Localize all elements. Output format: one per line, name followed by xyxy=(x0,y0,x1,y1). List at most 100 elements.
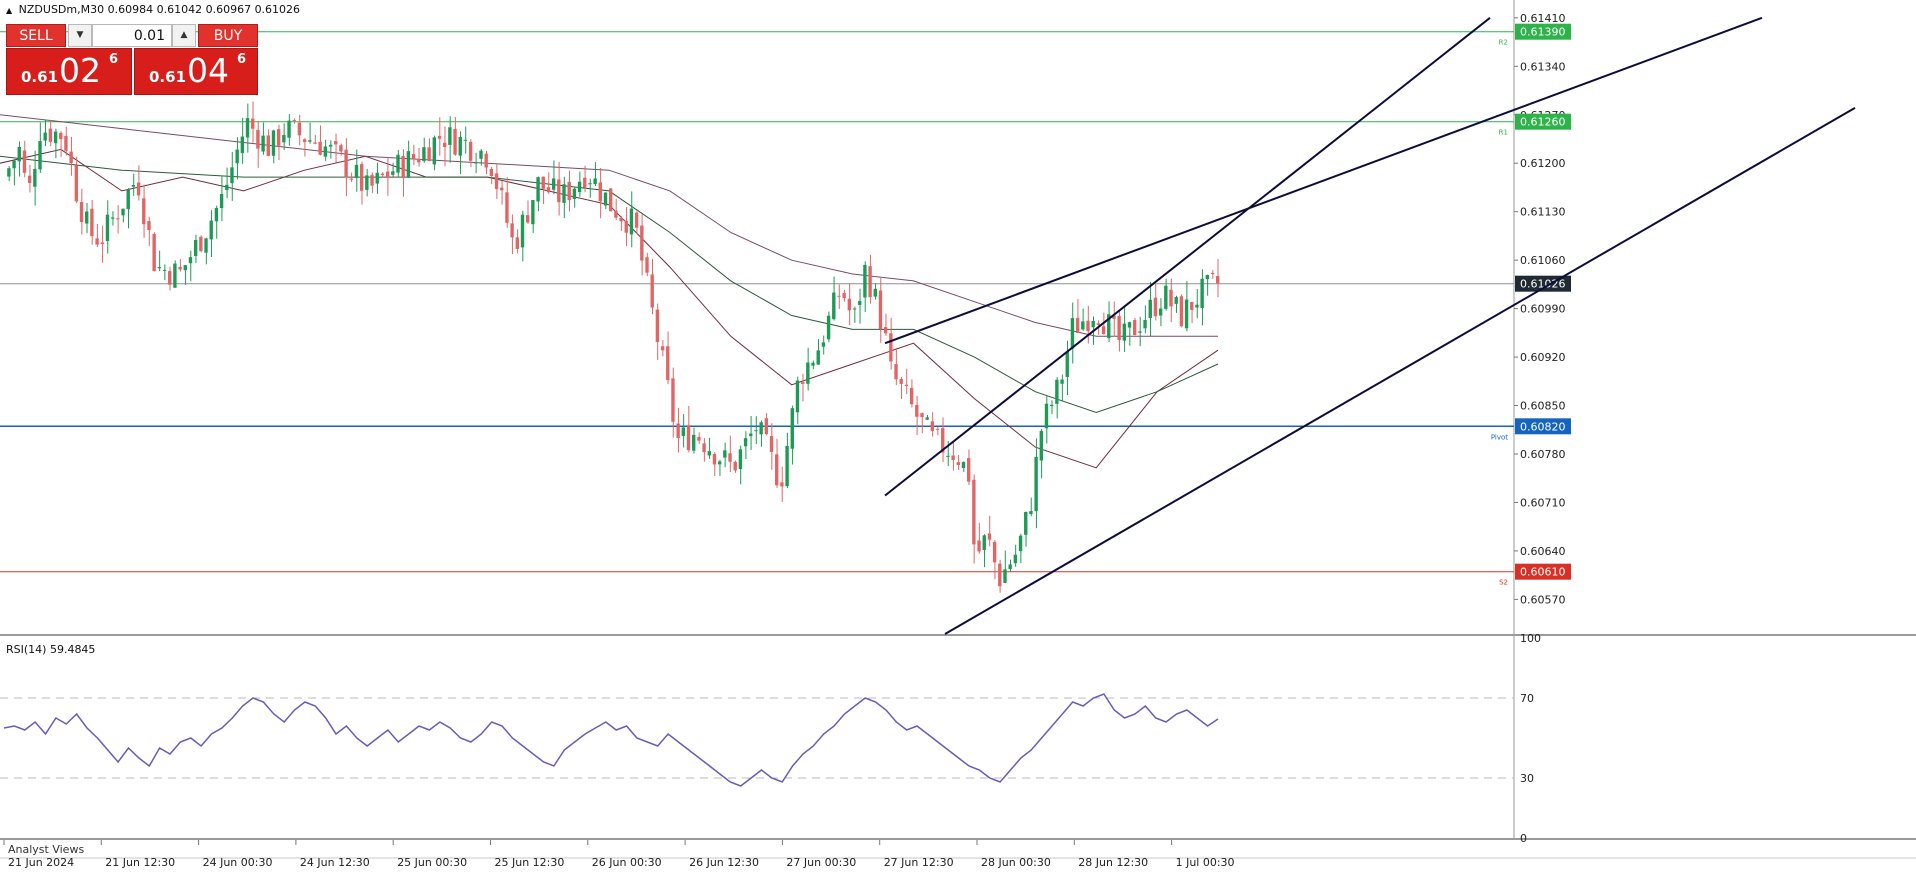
bear-candle xyxy=(339,145,343,152)
lot-decrease-icon[interactable]: ▼ xyxy=(68,24,92,47)
bull-candle xyxy=(961,461,966,468)
bull-candle xyxy=(858,301,862,305)
bull-candle xyxy=(577,181,582,193)
price-tick-label: 0.61130 xyxy=(1520,206,1566,219)
bull-candle xyxy=(1049,404,1054,406)
bear-candle xyxy=(500,187,504,191)
bull-candle xyxy=(43,132,47,141)
bull-candle xyxy=(396,154,400,173)
bull-candle xyxy=(1081,321,1085,330)
buy-price-sup: 6 xyxy=(237,52,247,67)
bull-candle xyxy=(1044,403,1049,429)
bear-candle xyxy=(972,479,976,545)
time-axis: 21 Jun 2024 21 Jun 12:30 24 Jun 00:30 24 Ju… xyxy=(0,840,1916,869)
channel-line-3[interactable] xyxy=(944,106,1856,635)
bear-candle xyxy=(889,333,893,362)
bull-candle xyxy=(1003,569,1007,583)
sell-price-sup: 6 xyxy=(109,52,119,67)
bear-candle xyxy=(676,423,680,438)
bull-candle xyxy=(925,417,929,420)
bull-candle xyxy=(629,208,634,235)
bull-candle xyxy=(1065,351,1069,377)
bull-candle xyxy=(562,184,566,203)
rsi-panel: 100 70 30 0 xyxy=(0,632,1916,845)
bear-candle xyxy=(100,242,104,245)
bull-candle xyxy=(375,172,379,184)
rsi-tick-label: 100 xyxy=(1520,632,1541,645)
bull-candle xyxy=(821,342,826,347)
bear-candle xyxy=(909,387,914,405)
bear-candle xyxy=(697,437,701,441)
channel-line-2[interactable] xyxy=(884,16,1763,345)
bear-candle xyxy=(427,147,431,162)
bull-candle xyxy=(790,408,794,449)
bull-candle xyxy=(287,120,291,138)
bull-candle xyxy=(1200,278,1204,309)
time-tick-label: 21 Jun 12:30 xyxy=(105,856,175,869)
bull-candle xyxy=(85,211,89,224)
bear-candle xyxy=(266,135,270,156)
buy-price-prefix: 0.61 xyxy=(149,68,187,86)
bear-candle xyxy=(22,150,27,173)
bull-candle xyxy=(852,308,857,310)
bull-candle xyxy=(759,422,763,435)
bear-candle xyxy=(453,128,457,155)
lot-size-input[interactable] xyxy=(92,24,172,47)
price-tick-label: 0.60780 xyxy=(1520,448,1566,461)
bull-candle xyxy=(173,263,177,288)
bear-candle xyxy=(334,141,338,145)
bear-candle xyxy=(894,364,898,380)
bear-candle xyxy=(987,533,992,540)
bull-candle xyxy=(723,450,727,458)
bear-candle xyxy=(385,171,390,178)
bull-candle xyxy=(38,141,42,170)
bull-candle xyxy=(214,208,219,222)
bull-candle xyxy=(1029,511,1033,515)
bear-candle xyxy=(609,188,613,212)
price-panel: 0.614100.613400.612700.612000.611300.610… xyxy=(0,0,1916,838)
lot-increase-icon[interactable]: ▲ xyxy=(172,24,196,47)
symbol-label: NZDUSDm,M30 xyxy=(18,3,105,16)
bear-candle xyxy=(251,118,255,129)
bear-candle xyxy=(489,168,494,177)
bull-candle xyxy=(219,193,224,209)
bear-candle xyxy=(842,292,846,299)
price-chart[interactable]: 0.614100.613400.612700.612000.611300.610… xyxy=(0,0,1916,874)
bear-candle xyxy=(775,454,779,486)
analyst-views-tab[interactable]: Analyst Views xyxy=(8,843,84,856)
buy-button[interactable]: BUY xyxy=(198,24,258,47)
bull-candle xyxy=(193,239,198,256)
buy-price-button[interactable]: 0.61 04 6 xyxy=(134,48,258,95)
level-name-pivot: Pivot xyxy=(1491,433,1508,441)
time-tick-label: 27 Jun 00:30 xyxy=(786,856,856,869)
level-name-s2: S2 xyxy=(1499,579,1508,587)
channel-line-1[interactable] xyxy=(884,17,1491,497)
bear-candle xyxy=(302,139,307,143)
bear-candle xyxy=(1210,272,1215,275)
price-tick-label: 0.60920 xyxy=(1520,351,1566,364)
bear-candle xyxy=(256,129,260,149)
bull-candle xyxy=(795,380,800,413)
bear-candle xyxy=(442,142,447,148)
bear-candle xyxy=(1216,276,1220,284)
bear-candle xyxy=(349,178,353,180)
sell-price-button[interactable]: 0.61 02 6 xyxy=(6,48,132,95)
time-tick-label: 28 Jun 00:30 xyxy=(981,856,1051,869)
bear-candle xyxy=(1075,318,1080,333)
bull-candle xyxy=(826,315,831,340)
bull-candle xyxy=(308,140,312,142)
time-tick-label: 28 Jun 12:30 xyxy=(1078,856,1148,869)
bull-candle xyxy=(531,199,535,225)
bull-candle xyxy=(982,535,986,550)
collapse-triangle-icon[interactable]: ▲ xyxy=(6,6,12,15)
rsi-tick-label: 0 xyxy=(1520,832,1527,845)
bull-candle xyxy=(1060,379,1064,384)
bear-candle xyxy=(899,379,903,384)
sell-button[interactable]: SELL xyxy=(6,24,66,47)
bull-candle xyxy=(245,118,250,138)
bear-candle xyxy=(764,418,769,435)
bull-candle xyxy=(593,178,597,185)
bear-candle xyxy=(541,176,545,189)
bear-candle xyxy=(728,453,732,462)
bear-candle xyxy=(614,210,618,218)
